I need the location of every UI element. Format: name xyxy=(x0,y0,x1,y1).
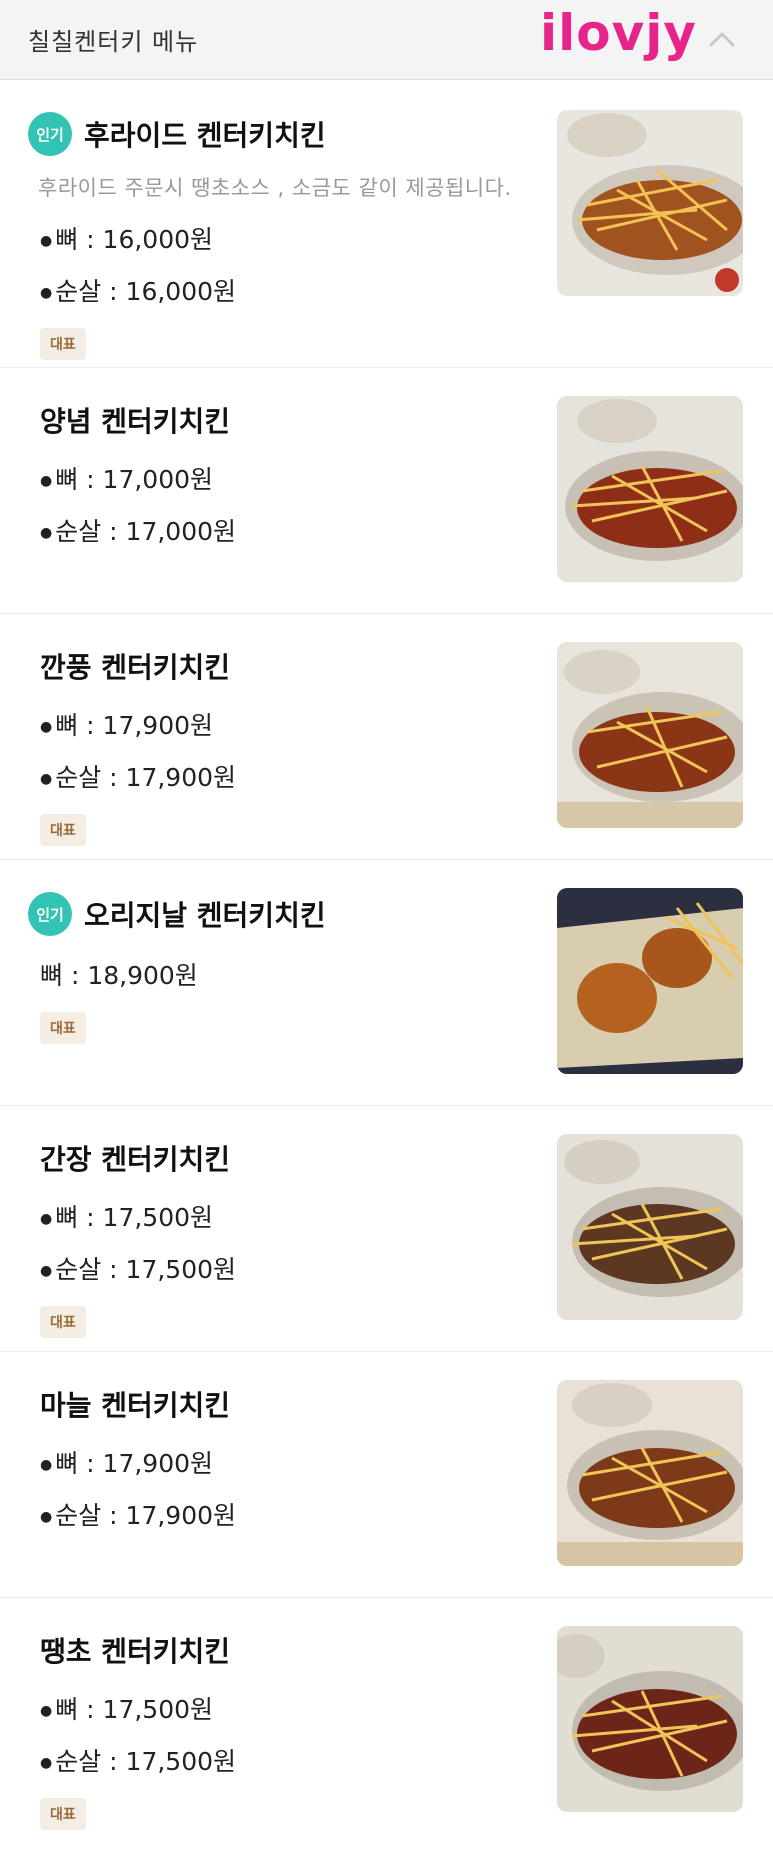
item-name: 깐풍 켄터키치킨 xyxy=(40,651,231,684)
price-text: 뼈 : 17,000원 xyxy=(55,465,214,494)
price-text: 뼈 : 18,900원 xyxy=(40,961,198,990)
popular-badge: 인기 xyxy=(28,112,72,156)
chicken-photo[interactable] xyxy=(557,888,743,1074)
menu-list: 인기 후라이드 켄터키치킨 후라이드 주문시 땡초소스 , 소금도 같이 제공됩… xyxy=(0,80,773,1849)
price-text: 순살 : 17,500원 xyxy=(55,1255,237,1284)
menu-item[interactable]: 깐풍 켄터키치킨 ● 뼈 : 17,900원 ● 순살 : 17,900원 대표 xyxy=(0,614,773,860)
representative-tag: 대표 xyxy=(40,1798,86,1830)
representative-tag: 대표 xyxy=(40,328,86,360)
menu-item[interactable]: 마늘 켄터키치킨 ● 뼈 : 17,900원 ● 순살 : 17,900원 xyxy=(0,1352,773,1598)
header-title: 칠칠켄터키 메뉴 xyxy=(28,28,199,56)
chicken-photo[interactable] xyxy=(557,1626,743,1812)
representative-tag: 대표 xyxy=(40,1306,86,1338)
menu-item[interactable]: 땡초 켄터키치킨 ● 뼈 : 17,500원 ● 순살 : 17,500원 대표 xyxy=(0,1598,773,1849)
item-name: 후라이드 켄터키치킨 xyxy=(84,119,326,152)
menu-item[interactable]: 간장 켄터키치킨 ● 뼈 : 17,500원 ● 순살 : 17,500원 대표 xyxy=(0,1106,773,1352)
popular-badge: 인기 xyxy=(28,892,72,936)
price-text: 순살 : 17,500원 xyxy=(55,1747,237,1776)
chicken-photo[interactable] xyxy=(557,642,743,828)
menu-header[interactable]: 칠칠켄터키 메뉴 ilovjy xyxy=(0,0,773,80)
menu-item[interactable]: 양념 켄터키치킨 ● 뼈 : 17,000원 ● 순살 : 17,000원 xyxy=(0,368,773,614)
price-text: 뼈 : 17,900원 xyxy=(55,711,214,740)
price-text: 순살 : 17,900원 xyxy=(55,1501,237,1530)
item-name: 간장 켄터키치킨 xyxy=(40,1143,231,1176)
price-text: 순살 : 17,900원 xyxy=(55,763,237,792)
representative-tag: 대표 xyxy=(40,814,86,846)
chicken-photo[interactable] xyxy=(557,1380,743,1566)
item-name: 땡초 켄터키치킨 xyxy=(40,1635,231,1668)
watermark-logo: ilovjy xyxy=(540,4,697,62)
price-text: 뼈 : 17,900원 xyxy=(55,1449,214,1478)
chicken-photo[interactable] xyxy=(557,1134,743,1320)
representative-tag: 대표 xyxy=(40,1012,86,1044)
price-text: 뼈 : 17,500원 xyxy=(55,1203,214,1232)
price-text: 순살 : 17,000원 xyxy=(55,517,237,546)
price-text: 순살 : 16,000원 xyxy=(55,277,237,306)
item-name: 양념 켄터키치킨 xyxy=(40,405,231,438)
chicken-photo[interactable] xyxy=(557,396,743,582)
item-name: 오리지날 켄터키치킨 xyxy=(84,899,326,932)
price-text: 뼈 : 17,500원 xyxy=(55,1695,214,1724)
item-name: 마늘 켄터키치킨 xyxy=(40,1389,231,1422)
chicken-photo[interactable] xyxy=(557,110,743,296)
menu-item[interactable]: 인기 오리지날 켄터키치킨 뼈 : 18,900원 대표 xyxy=(0,860,773,1106)
menu-item[interactable]: 인기 후라이드 켄터키치킨 후라이드 주문시 땡초소스 , 소금도 같이 제공됩… xyxy=(0,80,773,368)
price-text: 뼈 : 16,000원 xyxy=(55,225,214,254)
chevron-up-icon[interactable] xyxy=(707,25,737,55)
